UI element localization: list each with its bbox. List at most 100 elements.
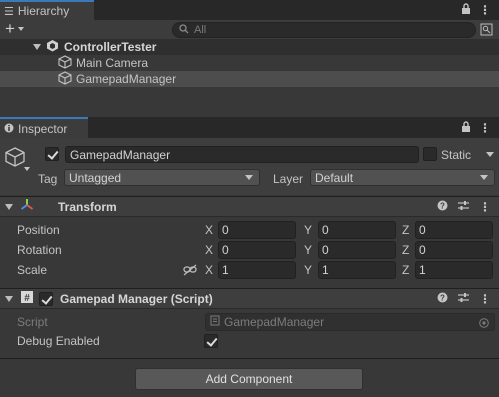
script-object-field: GamepadManager: [205, 313, 495, 331]
kebab-menu-icon[interactable]: ⋮: [479, 121, 491, 135]
field-value: 0: [419, 243, 426, 257]
script-enabled-checkbox[interactable]: [39, 291, 53, 306]
svg-text:?: ?: [440, 294, 445, 303]
transform-body: Position X 0 Y 0 Z 0 Rotation X 0 Y 0 Z …: [0, 218, 499, 288]
scene-visibility-icon[interactable]: [480, 23, 493, 39]
axis-z-label: Z: [402, 243, 410, 257]
constrain-proportions-icon[interactable]: [183, 264, 197, 279]
hierarchy-item-label: Main Camera: [76, 56, 149, 70]
position-y-field[interactable]: 0: [318, 221, 396, 239]
object-picker-icon: [479, 317, 489, 331]
field-value: 0: [419, 223, 426, 237]
rotation-z-field[interactable]: 0: [415, 241, 493, 259]
rotation-y-field[interactable]: 0: [318, 241, 396, 259]
script-value: GamepadManager: [224, 315, 325, 329]
field-value: 1: [419, 263, 426, 277]
help-icon[interactable]: ?: [437, 292, 448, 306]
scale-x-field[interactable]: 1: [218, 261, 296, 279]
axis-z-label: Z: [402, 223, 410, 237]
scale-row: Scale X 1 Y 1 Z 1: [0, 260, 499, 280]
plus-icon: +: [5, 19, 15, 38]
scene-row[interactable]: ControllerTester: [0, 39, 499, 55]
layer-value: Default: [315, 170, 354, 185]
foldout-arrow-icon[interactable]: [5, 295, 13, 302]
presets-icon[interactable]: [458, 200, 469, 214]
add-component-button[interactable]: Add Component: [135, 368, 363, 390]
static-checkbox[interactable]: [423, 147, 437, 161]
static-label: Static: [441, 148, 472, 162]
debug-enabled-label: Debug Enabled: [17, 334, 100, 348]
hierarchy-item-label: GamepadManager: [76, 72, 177, 86]
svg-text:?: ?: [440, 202, 445, 211]
search-icon: [179, 23, 189, 37]
kebab-menu-icon[interactable]: ⋮: [479, 292, 491, 306]
hierarchy-toolbar: + All: [0, 20, 499, 40]
kebab-menu-icon[interactable]: ⋮: [479, 200, 491, 214]
layer-dropdown[interactable]: Default: [310, 169, 495, 186]
field-value: 1: [322, 263, 329, 277]
rotation-label: Rotation: [17, 243, 62, 257]
script-component-title: Gamepad Manager (Script): [60, 291, 213, 306]
object-active-checkbox[interactable]: [45, 147, 59, 161]
transform-icon: [20, 198, 34, 215]
lock-icon[interactable]: [461, 3, 471, 17]
list-icon: ☰: [4, 5, 14, 18]
presets-icon[interactable]: [458, 292, 469, 306]
chevron-down-icon: [245, 175, 253, 180]
debug-enabled-checkbox[interactable]: [204, 334, 218, 348]
field-value: 0: [222, 223, 229, 237]
info-icon: [4, 122, 14, 136]
scale-label: Scale: [17, 263, 48, 277]
transform-title: Transform: [58, 199, 117, 214]
inspector-tabbar: Inspector ⋮: [0, 117, 499, 138]
scale-z-field[interactable]: 1: [415, 261, 493, 279]
help-icon[interactable]: ?: [437, 200, 448, 214]
lock-icon[interactable]: [461, 120, 471, 135]
scale-y-field[interactable]: 1: [318, 261, 396, 279]
object-name-value: GamepadManager: [70, 147, 171, 162]
hierarchy-item-selected[interactable]: GamepadManager: [0, 70, 499, 88]
hierarchy-item[interactable]: Main Camera: [0, 54, 499, 72]
gameobject-large-icon: [4, 146, 26, 171]
add-component-label: Add Component: [205, 372, 293, 386]
position-row: Position X 0 Y 0 Z 0: [0, 220, 499, 240]
tag-label: Tag: [38, 172, 58, 186]
axis-z-label: Z: [402, 263, 410, 277]
transform-header[interactable]: Transform ? ⋮: [0, 196, 499, 217]
kebab-menu-icon[interactable]: ⋮: [479, 3, 491, 17]
inspector-object-header: GamepadManager Static Tag Untagged Layer…: [0, 138, 499, 195]
script-row: Script GamepadManager: [0, 312, 499, 332]
icon-dropdown-arrow-icon[interactable]: [24, 167, 30, 171]
create-button[interactable]: +: [5, 19, 24, 38]
axis-x-label: X: [205, 263, 214, 277]
hierarchy-tabbar: ☰ Hierarchy ⋮: [0, 0, 499, 20]
position-x-field[interactable]: 0: [218, 221, 296, 239]
divider: [0, 358, 499, 359]
script-component-body: Script GamepadManager Debug Enabled: [0, 310, 499, 358]
inspector-tab-title: Inspector: [18, 121, 68, 136]
axis-x-label: X: [205, 243, 214, 257]
gameobject-cube-icon: [58, 54, 72, 72]
position-z-field[interactable]: 0: [415, 221, 493, 239]
debug-enabled-row: Debug Enabled: [0, 331, 499, 351]
hierarchy-search-input[interactable]: All: [172, 22, 476, 38]
inspector-tab[interactable]: Inspector: [0, 117, 88, 138]
axis-x-label: X: [205, 223, 214, 237]
foldout-arrow-icon[interactable]: [5, 203, 13, 210]
tag-dropdown[interactable]: Untagged: [64, 169, 260, 186]
unity-scene-icon: [46, 39, 59, 55]
static-dropdown-arrow-icon[interactable]: [486, 152, 494, 157]
search-placeholder: All: [194, 24, 207, 36]
csharp-script-icon: #: [20, 290, 34, 307]
gameobject-cube-icon: [58, 70, 72, 88]
object-name-field[interactable]: GamepadManager: [65, 146, 419, 163]
hierarchy-tab[interactable]: ☰ Hierarchy: [0, 0, 94, 20]
foldout-arrow-icon[interactable]: [33, 44, 41, 50]
rotation-x-field[interactable]: 0: [218, 241, 296, 259]
field-value: 1: [222, 263, 229, 277]
axis-y-label: Y: [304, 263, 313, 277]
svg-text:#: #: [24, 293, 30, 304]
axis-y-label: Y: [304, 223, 313, 237]
script-component-header[interactable]: # Gamepad Manager (Script) ? ⋮: [0, 288, 499, 309]
position-label: Position: [17, 223, 60, 237]
